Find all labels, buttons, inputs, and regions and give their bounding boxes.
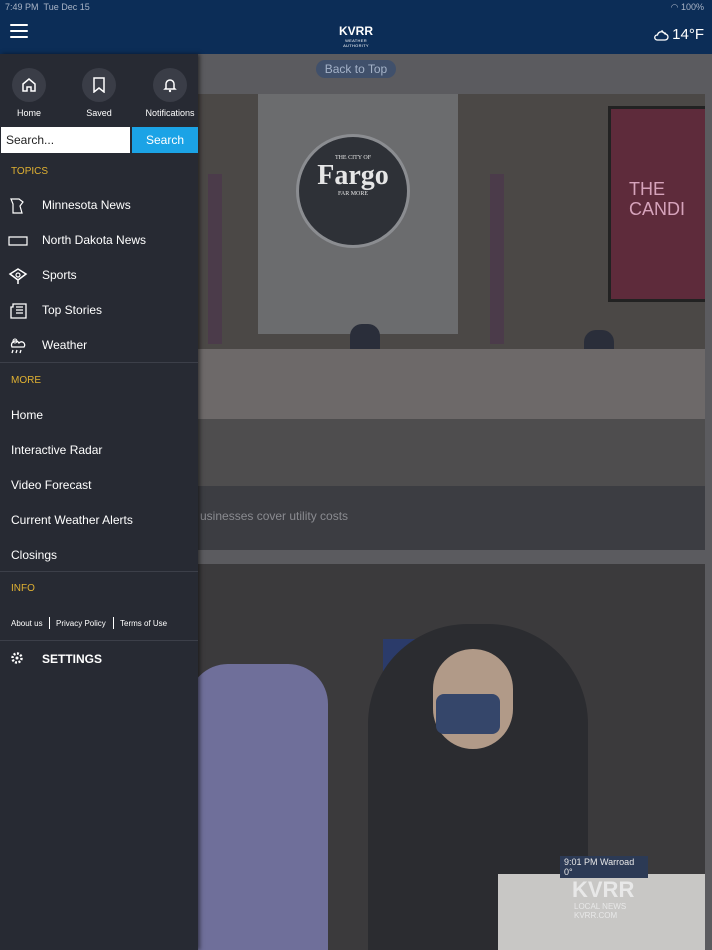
back-to-top-button[interactable]: Back to Top [316, 60, 396, 78]
newspaper-icon [10, 303, 27, 319]
more-closings[interactable]: Closings [11, 548, 57, 562]
more-heading: MORE [11, 375, 41, 386]
more-video-forecast[interactable]: Video Forecast [11, 478, 92, 492]
minnesota-map-icon [10, 198, 24, 214]
status-bar: 7:49 PM Tue Dec 15 ◠ 100% [0, 0, 712, 14]
cloudy-night-icon [654, 29, 669, 41]
divider [0, 362, 198, 363]
more-home[interactable]: Home [11, 408, 43, 422]
terms-of-use-link[interactable]: Terms of Use [120, 619, 167, 628]
search-input[interactable] [1, 127, 130, 153]
more-current-weather-alerts[interactable]: Current Weather Alerts [11, 513, 133, 527]
info-heading: INFO [11, 583, 35, 594]
battery-status: ◠ 100% [670, 2, 704, 12]
header-weather[interactable]: 14°F [653, 24, 704, 46]
divider [0, 640, 198, 641]
sports-icon [8, 268, 28, 284]
home-icon [22, 78, 36, 92]
gear-icon [11, 652, 23, 664]
topic-weather[interactable]: Weather [0, 329, 198, 363]
topics-heading: TOPICS [11, 166, 49, 177]
bell-icon [163, 79, 177, 93]
topic-north-dakota-news[interactable]: North Dakota News [0, 224, 198, 258]
status-time: 7:49 PM Tue Dec 15 [5, 2, 90, 12]
search-button[interactable]: Search [132, 127, 198, 153]
settings-button[interactable]: SETTINGS [0, 644, 198, 674]
quick-notifications[interactable]: Notifications [135, 68, 205, 118]
about-us-link[interactable]: About us [11, 619, 43, 628]
bookmark-icon [93, 77, 105, 93]
more-interactive-radar[interactable]: Interactive Radar [11, 443, 102, 457]
story-caption[interactable]: usinesses cover utility costs [200, 509, 348, 523]
topic-minnesota-news[interactable]: Minnesota News [0, 189, 198, 223]
fargo-seal: THE CITY OF Fargo FAR MORE [296, 134, 410, 248]
app-header: KVRR WEATHER AUTHORITY 14°F [0, 14, 712, 54]
quick-saved[interactable]: Saved [64, 68, 134, 118]
weather-icon [10, 338, 26, 354]
menu-icon[interactable] [10, 24, 28, 38]
topic-sports[interactable]: Sports [0, 259, 198, 293]
story-image-fargo-commission[interactable]: THE CITY OF Fargo FAR MORE THE CANDI [198, 94, 705, 486]
separator [113, 617, 114, 629]
wifi-icon: ◠ [670, 2, 679, 12]
topic-top-stories[interactable]: Top Stories [0, 294, 198, 328]
divider [0, 571, 198, 572]
navigation-drawer[interactable]: Home Saved Notifications Search TOPICS M… [0, 54, 198, 950]
quick-home[interactable]: Home [0, 68, 64, 118]
kvrr-watermark: 9:01 PM Warroad 0° KVRR LOCAL NEWS KVRR.… [560, 856, 648, 920]
temperature: 14°F [672, 26, 704, 43]
north-dakota-map-icon [8, 236, 28, 246]
kvrr-logo: KVRR WEATHER AUTHORITY [338, 24, 373, 48]
separator [49, 617, 50, 629]
presentation-screen: THE CANDI [608, 106, 705, 302]
privacy-policy-link[interactable]: Privacy Policy [56, 619, 106, 628]
